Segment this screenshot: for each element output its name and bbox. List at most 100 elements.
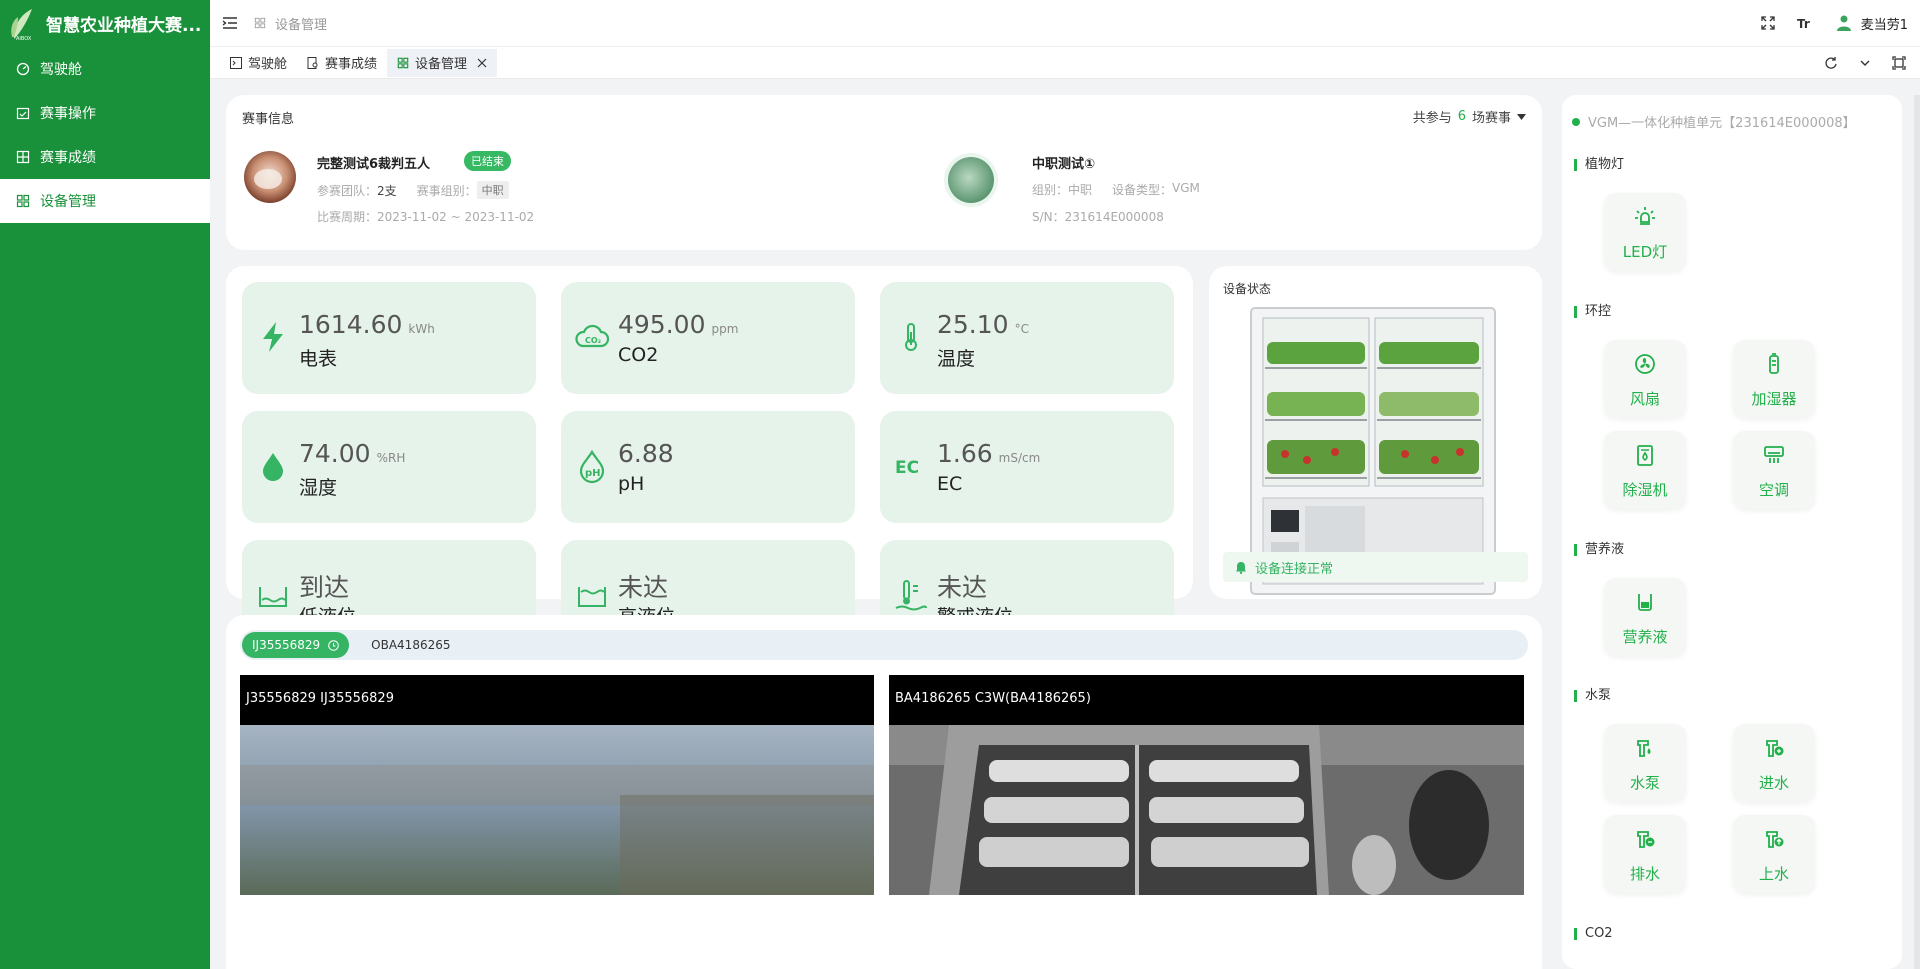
svg-text:AIBOX: AIBOX — [16, 36, 32, 41]
metric-unit: ppm — [711, 322, 739, 336]
apps-icon — [254, 17, 266, 29]
metric-unit: %RH — [376, 451, 406, 465]
period-value: 2023-11-02 ~ 2023-11-02 — [377, 210, 535, 224]
control-label: 空调 — [1758, 481, 1789, 499]
tab-results[interactable]: 赛事成绩 — [297, 49, 387, 77]
count-suffix: 场赛事 — [1471, 111, 1511, 126]
camera-tab-ij35556829[interactable]: IJ35556829 — [242, 632, 350, 658]
online-dot — [1572, 117, 1580, 126]
fan-icon — [1635, 354, 1655, 374]
camera-feed-2[interactable]: BA4186265 C3W(BA4186265) — [889, 675, 1524, 895]
font-size-icon[interactable]: Tr — [1797, 16, 1813, 30]
event-avatar — [244, 151, 296, 203]
connection-text: 设备连接正常 — [1255, 561, 1334, 577]
water-pump-button[interactable]: 水泵 — [1604, 724, 1686, 802]
tab-label: 驾驶舱 — [248, 57, 288, 72]
device-avatar — [944, 153, 998, 207]
tabs-bar: 驾驶舱 赛事成绩 设备管理 — [210, 47, 1920, 79]
maximize-icon[interactable] — [1892, 55, 1906, 70]
tab-label: 赛事成绩 — [325, 57, 378, 72]
humidifier-button[interactable]: 加湿器 — [1733, 340, 1815, 418]
sn-value: 231614E000008 — [1064, 210, 1164, 224]
sidebar-item-results[interactable]: 赛事成绩 — [0, 135, 210, 179]
camera-feed-1[interactable]: J35556829 IJ35556829 — [240, 675, 874, 895]
section-plant-light: 植物灯 — [1574, 158, 1624, 171]
metric-ec: EC 1.66 mS/cm EC — [880, 411, 1174, 523]
sidebar-item-event-ops[interactable]: 赛事操作 — [0, 91, 210, 135]
device-group-value: 中职 — [1068, 183, 1093, 197]
chevron-down-icon[interactable] — [1858, 56, 1872, 70]
sidebar-item-cockpit[interactable]: 驾驶舱 — [0, 47, 210, 91]
scrollbar[interactable] — [1914, 95, 1920, 969]
fullscreen-icon[interactable] — [1761, 16, 1775, 30]
control-panel-header: VGM—一体化种植单元【231614E000008】 — [1572, 112, 1856, 131]
caret-down-icon — [1517, 113, 1526, 120]
drain-button[interactable]: 排水 — [1604, 815, 1686, 893]
control-label: 加湿器 — [1751, 390, 1797, 408]
camera-frame-blurred — [240, 725, 874, 895]
metric-value: 未达 — [618, 573, 669, 602]
control-label: 风扇 — [1629, 390, 1660, 408]
main-content: 赛事信息 共参与 6 场赛事 完整测试6裁判五人 已结束 参赛团队： 2支 赛事… — [210, 79, 1552, 969]
water-inlet-button[interactable]: 进水 — [1733, 724, 1815, 802]
dehumidifier-icon — [1637, 445, 1653, 466]
camera-frame-cabinet — [889, 725, 1524, 895]
close-icon[interactable] — [477, 58, 487, 68]
air-conditioner-icon — [1764, 446, 1784, 463]
metric-label: 湿度 — [299, 477, 338, 499]
sidebar-item-label: 赛事成绩 — [40, 150, 96, 166]
tab-cockpit[interactable]: 驾驶舱 — [220, 49, 297, 77]
event-info-card: 赛事信息 共参与 6 场赛事 完整测试6裁判五人 已结束 参赛团队： 2支 赛事… — [226, 95, 1542, 250]
avatar[interactable] — [1835, 14, 1853, 32]
calendar-check-icon — [16, 107, 30, 120]
metric-electricity: 1614.60 kWh 电表 — [242, 282, 536, 394]
led-light-button[interactable]: LED灯 — [1604, 193, 1686, 271]
metric-value: 495.00 — [618, 310, 706, 339]
metric-value: 未达 — [937, 573, 988, 602]
air-conditioner-button[interactable]: 空调 — [1733, 431, 1815, 509]
ph-icon: pH — [579, 449, 605, 483]
sidebar-item-device-management[interactable]: 设备管理 — [0, 179, 210, 223]
count-value: 6 — [1457, 109, 1466, 124]
metric-value: 25.10 — [937, 310, 1009, 339]
metric-value: 6.88 — [618, 439, 674, 468]
dehumidifier-button[interactable]: 除湿机 — [1604, 431, 1686, 509]
apps-icon — [397, 57, 409, 68]
teams-value: 2支 — [377, 183, 397, 198]
tab-device-management[interactable]: 设备管理 — [387, 48, 498, 77]
nutrient-button[interactable]: 营养液 — [1604, 578, 1686, 656]
faucet-in-icon — [1766, 740, 1784, 757]
control-panel: VGM—一体化种植单元【231614E000008】 植物灯 LED灯 环控 风… — [1562, 95, 1902, 969]
lightning-icon — [263, 322, 283, 352]
user-name[interactable]: 麦当劳1 — [1861, 14, 1908, 33]
sidebar-item-label: 驾驶舱 — [40, 62, 82, 78]
camera-tab-oba4186265[interactable]: OBA4186265 — [371, 638, 450, 652]
event-meta-row: 参赛团队： 2支 赛事组别： 中职 — [317, 181, 509, 199]
leaf-logo-icon: AIBOX — [11, 8, 32, 41]
warning-level-icon — [895, 580, 927, 611]
sidebar: AIBOX 智慧农业种植大赛... 驾驶舱 赛事操作 赛事成绩 设备管理 — [0, 0, 210, 969]
svg-text:CO₂: CO₂ — [585, 336, 602, 345]
refresh-icon[interactable] — [1824, 56, 1838, 70]
section-co2: CO2 — [1574, 927, 1613, 940]
dashboard-icon — [16, 62, 30, 76]
metric-value: 到达 — [299, 573, 350, 602]
group-label: 赛事组别： — [416, 183, 477, 198]
document-search-icon — [307, 56, 318, 69]
metric-value: 1.66 — [937, 439, 993, 468]
control-label: 除湿机 — [1622, 481, 1668, 499]
low-level-icon — [259, 587, 287, 607]
metric-label: 电表 — [299, 348, 338, 370]
fan-button[interactable]: 风扇 — [1604, 340, 1686, 418]
device-group-label: 组别： — [1032, 183, 1069, 197]
count-prefix: 共参与 — [1412, 111, 1452, 126]
control-label: 排水 — [1629, 865, 1660, 883]
camera-title: BA4186265 C3W(BA4186265) — [895, 691, 1091, 706]
sidebar-item-label: 赛事操作 — [40, 106, 96, 122]
metric-temperature: 25.10 °C 温度 — [880, 282, 1174, 394]
water-supply-button[interactable]: 上水 — [1733, 815, 1815, 893]
device-type-label: 设备类型： — [1112, 183, 1173, 197]
humidifier-icon — [1769, 353, 1779, 374]
menu-collapse-icon[interactable] — [222, 16, 238, 30]
event-count[interactable]: 共参与 6 场赛事 — [1413, 107, 1526, 126]
